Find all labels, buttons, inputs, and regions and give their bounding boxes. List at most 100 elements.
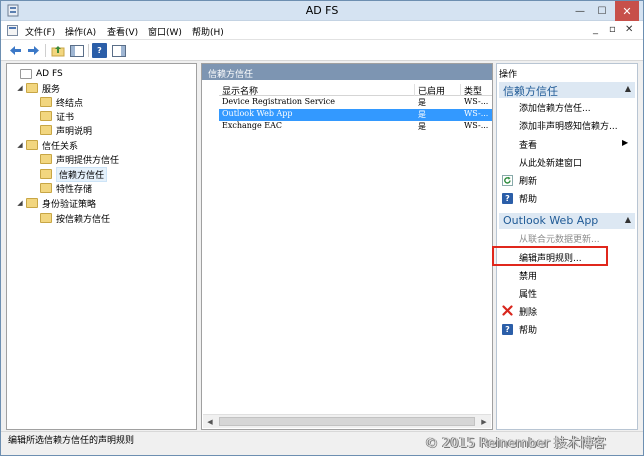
- help-icon: ?: [502, 324, 513, 335]
- results-pane: 信赖方信任 显示名称 已启用 类型 Device Registration Se…: [201, 63, 493, 430]
- folder-icon: [40, 183, 52, 193]
- refresh-icon: [502, 175, 513, 186]
- submenu-arrow-icon: ▶: [622, 138, 629, 147]
- actions-section-header[interactable]: Outlook Web App ▲: [499, 213, 635, 229]
- forward-arrow-icon[interactable]: [26, 43, 41, 58]
- menu-file[interactable]: 文件(F): [25, 25, 55, 38]
- tree-item[interactable]: ◢ 服务: [16, 81, 60, 95]
- tree-item-label: 身份验证策略: [42, 199, 97, 210]
- action-help[interactable]: 帮助: [519, 323, 537, 337]
- tree-item-label: 声明提供方信任: [56, 155, 120, 166]
- menu-action[interactable]: 操作(A): [65, 25, 96, 38]
- folder-icon: [40, 169, 52, 179]
- status-text: 编辑所选信赖方信任的声明规则: [8, 436, 135, 446]
- snapin-root-icon: [20, 69, 32, 79]
- table-row-selected[interactable]: Outlook Web App 是 WS-...: [219, 109, 492, 121]
- help-icon: ?: [502, 193, 513, 204]
- row-type: WS-...: [464, 121, 489, 130]
- row-display-name: Exchange EAC: [222, 121, 283, 130]
- results-pane-title: 信赖方信任: [202, 64, 492, 80]
- console-icon: [7, 25, 18, 36]
- folder-icon: [40, 154, 52, 164]
- folder-icon: [26, 198, 38, 208]
- expand-triangle-icon[interactable]: ◢: [16, 199, 24, 207]
- tree-item[interactable]: 终结点: [30, 95, 83, 109]
- scroll-left-icon[interactable]: ◀: [203, 415, 217, 428]
- watermark: © 2015 Reinember 技术博客: [425, 436, 607, 451]
- back-arrow-icon[interactable]: [8, 43, 23, 58]
- section-title: 信赖方信任: [503, 85, 558, 98]
- action-new-window[interactable]: 从此处新建窗口: [519, 156, 582, 170]
- action-help[interactable]: 帮助: [519, 192, 537, 206]
- tree-item-selected[interactable]: 信赖方信任: [30, 166, 108, 182]
- column-display-name[interactable]: 显示名称: [219, 84, 415, 97]
- tree-item[interactable]: ◢ 信任关系: [16, 138, 78, 152]
- tree-item[interactable]: 按信赖方信任: [30, 211, 110, 225]
- table-row[interactable]: Exchange EAC 是 WS-...: [219, 121, 492, 133]
- menu-window[interactable]: 窗口(W): [148, 25, 182, 38]
- tree-item[interactable]: 声明提供方信任: [30, 152, 119, 166]
- horizontal-scrollbar[interactable]: ◀ ▶: [203, 414, 491, 428]
- tree-item-label: 服务: [42, 84, 61, 95]
- delete-icon: [502, 305, 513, 316]
- scroll-right-icon[interactable]: ▶: [477, 415, 491, 428]
- menu-view[interactable]: 查看(V): [107, 25, 138, 38]
- highlight-box: [492, 246, 608, 266]
- action-update-from-metadata: 从联合元数据更新...: [519, 235, 600, 245]
- folder-icon: [40, 97, 52, 107]
- section-title: Outlook Web App: [503, 214, 599, 227]
- action-add-relying-party[interactable]: 添加信赖方信任...: [519, 101, 591, 115]
- maximize-button[interactable]: ☐: [591, 1, 613, 21]
- action-add-non-claims-aware[interactable]: 添加非声明感知信赖方...: [519, 119, 618, 133]
- column-enabled[interactable]: 已启用: [415, 84, 461, 97]
- row-display-name: Device Registration Service: [222, 97, 335, 106]
- toolbar-separator: [45, 44, 46, 57]
- row-type: WS-...: [464, 109, 489, 118]
- action-disable[interactable]: 禁用: [519, 269, 537, 283]
- tree-item-label: 信赖方信任: [56, 166, 108, 182]
- row-enabled: 是: [418, 122, 426, 131]
- tree-item-label: 声明说明: [56, 126, 93, 137]
- expand-triangle-icon[interactable]: ◢: [16, 84, 24, 92]
- collapse-up-icon[interactable]: ▲: [625, 84, 631, 93]
- tree-item[interactable]: ◢ 身份验证策略: [16, 196, 96, 210]
- title-bar: AD FS — ☐ ✕: [1, 1, 643, 21]
- close-button[interactable]: ✕: [615, 1, 639, 21]
- actions-section-header[interactable]: 信赖方信任 ▲: [499, 82, 635, 98]
- minimize-button[interactable]: —: [569, 1, 591, 21]
- toolbar-separator: [88, 44, 89, 57]
- mdi-restore-button[interactable]: ▫: [609, 24, 616, 35]
- column-type[interactable]: 类型: [461, 84, 492, 97]
- help-icon[interactable]: ?: [92, 43, 107, 58]
- row-enabled: 是: [418, 110, 426, 119]
- tree-item[interactable]: 声明说明: [30, 123, 92, 137]
- show-hide-action-pane-icon[interactable]: [111, 43, 126, 58]
- tree-item[interactable]: 特性存储: [30, 181, 92, 195]
- action-delete[interactable]: 删除: [519, 305, 537, 319]
- action-label: 查看: [519, 141, 538, 151]
- window-title: AD FS: [305, 4, 339, 17]
- action-view[interactable]: 查看 ▶: [519, 138, 628, 152]
- folder-icon: [26, 140, 38, 150]
- tree-item[interactable]: AD FS: [10, 67, 63, 81]
- mdi-minimize-button[interactable]: _: [593, 24, 598, 35]
- action-refresh[interactable]: 刷新: [519, 174, 537, 188]
- folder-icon: [40, 213, 52, 223]
- tree-item[interactable]: 证书: [30, 109, 74, 123]
- actions-pane-title: 操作: [499, 70, 518, 80]
- show-hide-tree-icon[interactable]: [69, 43, 84, 58]
- menu-help[interactable]: 帮助(H): [192, 25, 224, 38]
- list-header: 显示名称 已启用 类型: [219, 84, 492, 97]
- folder-icon: [40, 111, 52, 121]
- tree-item-label: 信任关系: [42, 141, 79, 152]
- action-properties[interactable]: 属性: [519, 287, 537, 301]
- up-folder-icon[interactable]: [50, 43, 65, 58]
- mdi-close-button[interactable]: ✕: [625, 24, 633, 35]
- row-type: WS-...: [464, 97, 489, 106]
- collapse-up-icon[interactable]: ▲: [625, 215, 631, 224]
- row-enabled: 是: [418, 98, 426, 107]
- tree-item-label: 特性存储: [56, 184, 93, 195]
- expand-triangle-icon[interactable]: ◢: [16, 141, 24, 149]
- table-row[interactable]: Device Registration Service 是 WS-...: [219, 97, 492, 109]
- scroll-thumb[interactable]: [219, 417, 475, 426]
